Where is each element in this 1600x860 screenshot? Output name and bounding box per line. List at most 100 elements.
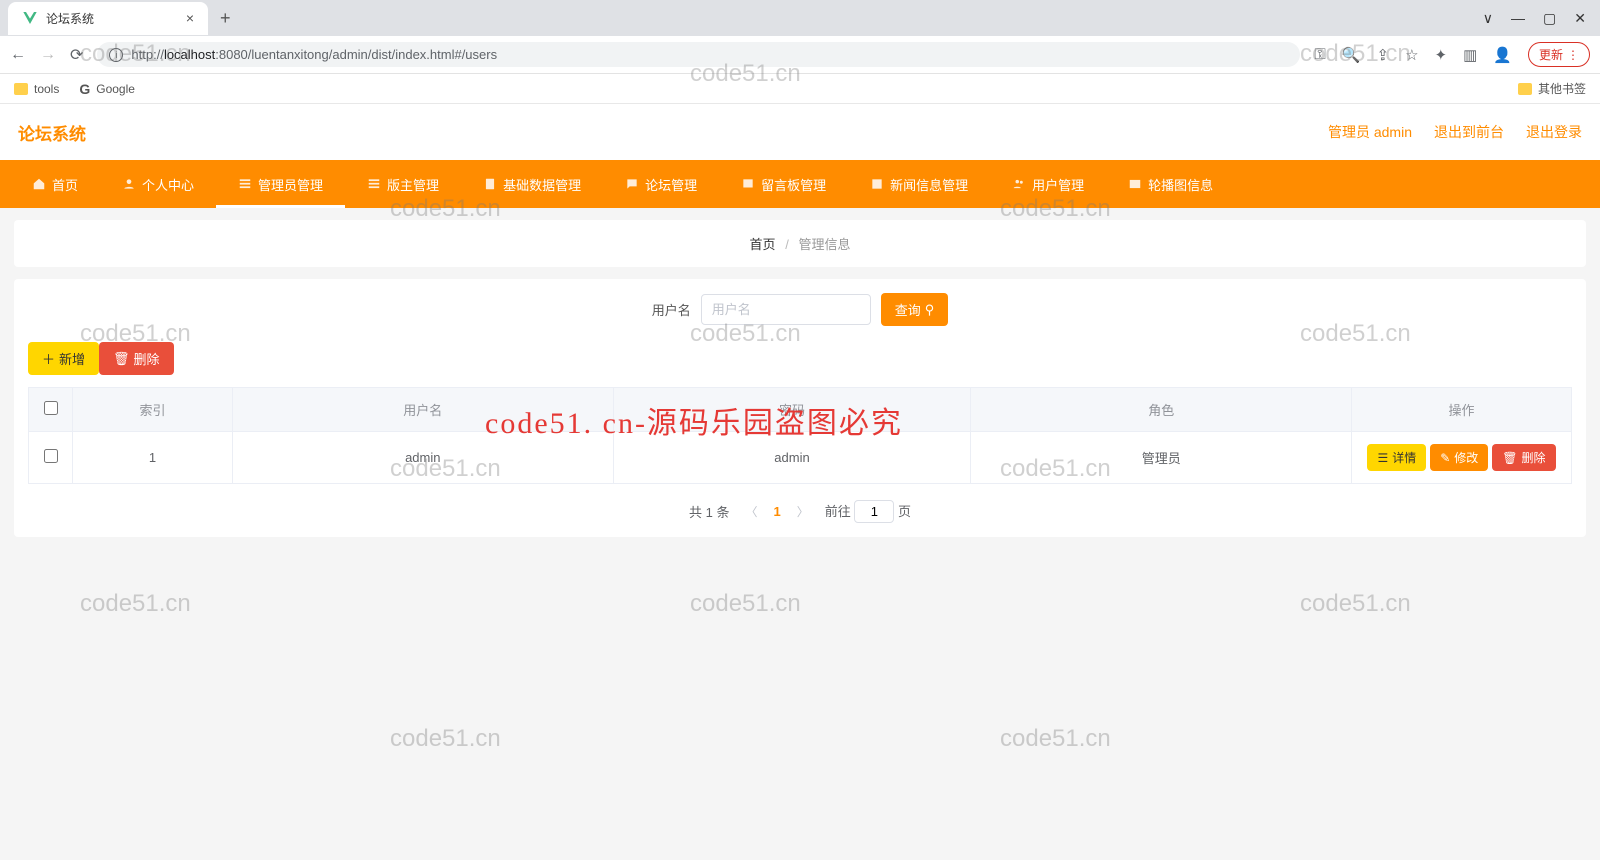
forward-button[interactable]: → [40,46,56,64]
nav-carousel[interactable]: 轮播图信息 [1106,160,1235,208]
cell-password: admin [613,432,971,484]
row-checkbox[interactable] [44,449,58,463]
content-card: 用户名 查询 ⚲ ＋ 新增 🗑 删除 索引 用户名 密码 角色 操作 1 adm… [14,279,1586,537]
url-bar[interactable]: i http://localhost:8080/luentanxitong/ad… [97,42,1300,67]
header-index: 索引 [73,388,233,432]
doc-icon [483,177,497,191]
query-button[interactable]: 查询 ⚲ [881,293,949,326]
key-icon[interactable]: ⚿ [1314,46,1325,63]
page-total: 共 1 条 [689,502,729,521]
header-password: 密码 [613,388,971,432]
back-button[interactable]: ← [10,46,26,64]
delete-button[interactable]: 🗑 删除 [99,342,174,375]
site-info-icon[interactable]: i [109,48,123,62]
folder-icon [14,83,28,95]
modify-button[interactable]: ✎ 修改 [1430,444,1488,471]
window-minimize-icon[interactable]: — [1511,10,1525,27]
browser-tab[interactable]: 论坛系统 × [8,2,208,35]
board-icon [741,177,755,191]
exit-to-front-link[interactable]: 退出到前台 [1434,122,1504,142]
list-icon [238,177,252,191]
tab-title: 论坛系统 [46,10,94,27]
nav-basedata[interactable]: 基础数据管理 [461,160,603,208]
nav-message[interactable]: 留言板管理 [719,160,848,208]
google-icon: G [79,81,90,97]
app-title: 论坛系统 [18,120,86,145]
users-icon [1012,177,1026,191]
breadcrumb-home[interactable]: 首页 [750,237,776,252]
goto-label: 前往 页 [825,500,911,523]
reload-button[interactable]: ⟳ [70,45,83,65]
nav-news[interactable]: 新闻信息管理 [848,160,990,208]
bulk-actions: ＋ 新增 🗑 删除 [28,342,1572,375]
logout-link[interactable]: 退出登录 [1526,122,1582,142]
search-row: 用户名 查询 ⚲ [28,293,1572,326]
folder-icon [1518,83,1532,95]
add-button[interactable]: ＋ 新增 [28,342,99,375]
zoom-icon[interactable]: 🔍 [1342,46,1361,64]
page-current[interactable]: 1 [773,504,780,519]
nav-admin-manage[interactable]: 管理员管理 [216,160,345,208]
new-tab-button[interactable]: + [208,8,243,29]
page-prev[interactable]: 〈 [745,503,757,520]
nav-forum[interactable]: 论坛管理 [603,160,719,208]
news-icon [870,177,884,191]
watermark: code51.cn [390,725,501,753]
list-icon [367,177,381,191]
bookmark-google[interactable]: GGoogle [79,81,135,97]
tab-strip: 论坛系统 × + ∨ — ▢ ✕ [0,0,1600,36]
window-dropdown-icon[interactable]: ∨ [1483,10,1493,27]
update-button[interactable]: 更新⋮ [1528,42,1590,67]
vue-favicon-icon [22,10,38,26]
row-delete-button[interactable]: 🗑 删除 [1492,444,1555,471]
app-header: 论坛系统 管理员 admin 退出到前台 退出登录 [0,104,1600,160]
user-icon [122,177,136,191]
sidepanel-icon[interactable]: ▥ [1463,46,1477,64]
nav-personal[interactable]: 个人中心 [100,160,216,208]
browser-toolbar: ← → ⟳ i http://localhost:8080/luentanxit… [0,36,1600,74]
tab-close-icon[interactable]: × [186,10,194,26]
table-row: 1 admin admin 管理员 ☰ 详情 ✎ 修改 🗑 删除 [29,432,1572,484]
table-header-row: 索引 用户名 密码 角色 操作 [29,388,1572,432]
window-maximize-icon[interactable]: ▢ [1543,10,1556,27]
bookmark-star-icon[interactable]: ☆ [1405,46,1418,64]
home-icon [32,177,46,191]
profile-icon[interactable]: 👤 [1493,46,1512,64]
watermark: code51.cn [1000,725,1111,753]
bookmarks-bar: tools GGoogle 其他书签 [0,74,1600,104]
extensions-icon[interactable]: ✦ [1435,46,1448,64]
header-actions: 操作 [1352,388,1572,432]
breadcrumb-current: 管理信息 [798,237,850,252]
cell-username: admin [233,432,614,484]
main-nav: 首页 个人中心 管理员管理 版主管理 基础数据管理 论坛管理 留言板管理 新闻信… [0,160,1600,208]
watermark: code51.cn [690,590,801,618]
admin-label[interactable]: 管理员 admin [1328,122,1412,142]
breadcrumb: 首页 / 管理信息 [14,220,1586,267]
username-search-input[interactable] [701,294,871,325]
data-table: 索引 用户名 密码 角色 操作 1 admin admin 管理员 ☰ 详情 ✎… [28,387,1572,484]
detail-button[interactable]: ☰ 详情 [1367,444,1426,471]
image-icon [1128,177,1142,191]
header-username: 用户名 [233,388,614,432]
chat-icon [625,177,639,191]
select-all-checkbox[interactable] [44,401,58,415]
header-role: 角色 [971,388,1352,432]
watermark: code51.cn [1300,590,1411,618]
window-close-icon[interactable]: ✕ [1574,10,1586,27]
nav-users[interactable]: 用户管理 [990,160,1106,208]
toolbar-icons: ⚿ 🔍 ⇪ ☆ ✦ ▥ 👤 更新⋮ [1314,42,1590,67]
bookmark-tools[interactable]: tools [14,82,59,96]
cell-index: 1 [73,432,233,484]
page-next[interactable]: 〉 [797,503,809,520]
search-label: 用户名 [652,300,691,319]
share-icon[interactable]: ⇪ [1377,46,1390,64]
goto-input[interactable] [854,500,894,523]
nav-home[interactable]: 首页 [10,160,100,208]
bookmark-other[interactable]: 其他书签 [1518,80,1586,97]
row-actions: ☰ 详情 ✎ 修改 🗑 删除 [1362,444,1561,471]
search-icon: ⚲ [925,302,935,318]
cell-role: 管理员 [971,432,1352,484]
app-header-links: 管理员 admin 退出到前台 退出登录 [1328,122,1582,142]
header-checkbox-col [29,388,73,432]
nav-moderator[interactable]: 版主管理 [345,160,461,208]
